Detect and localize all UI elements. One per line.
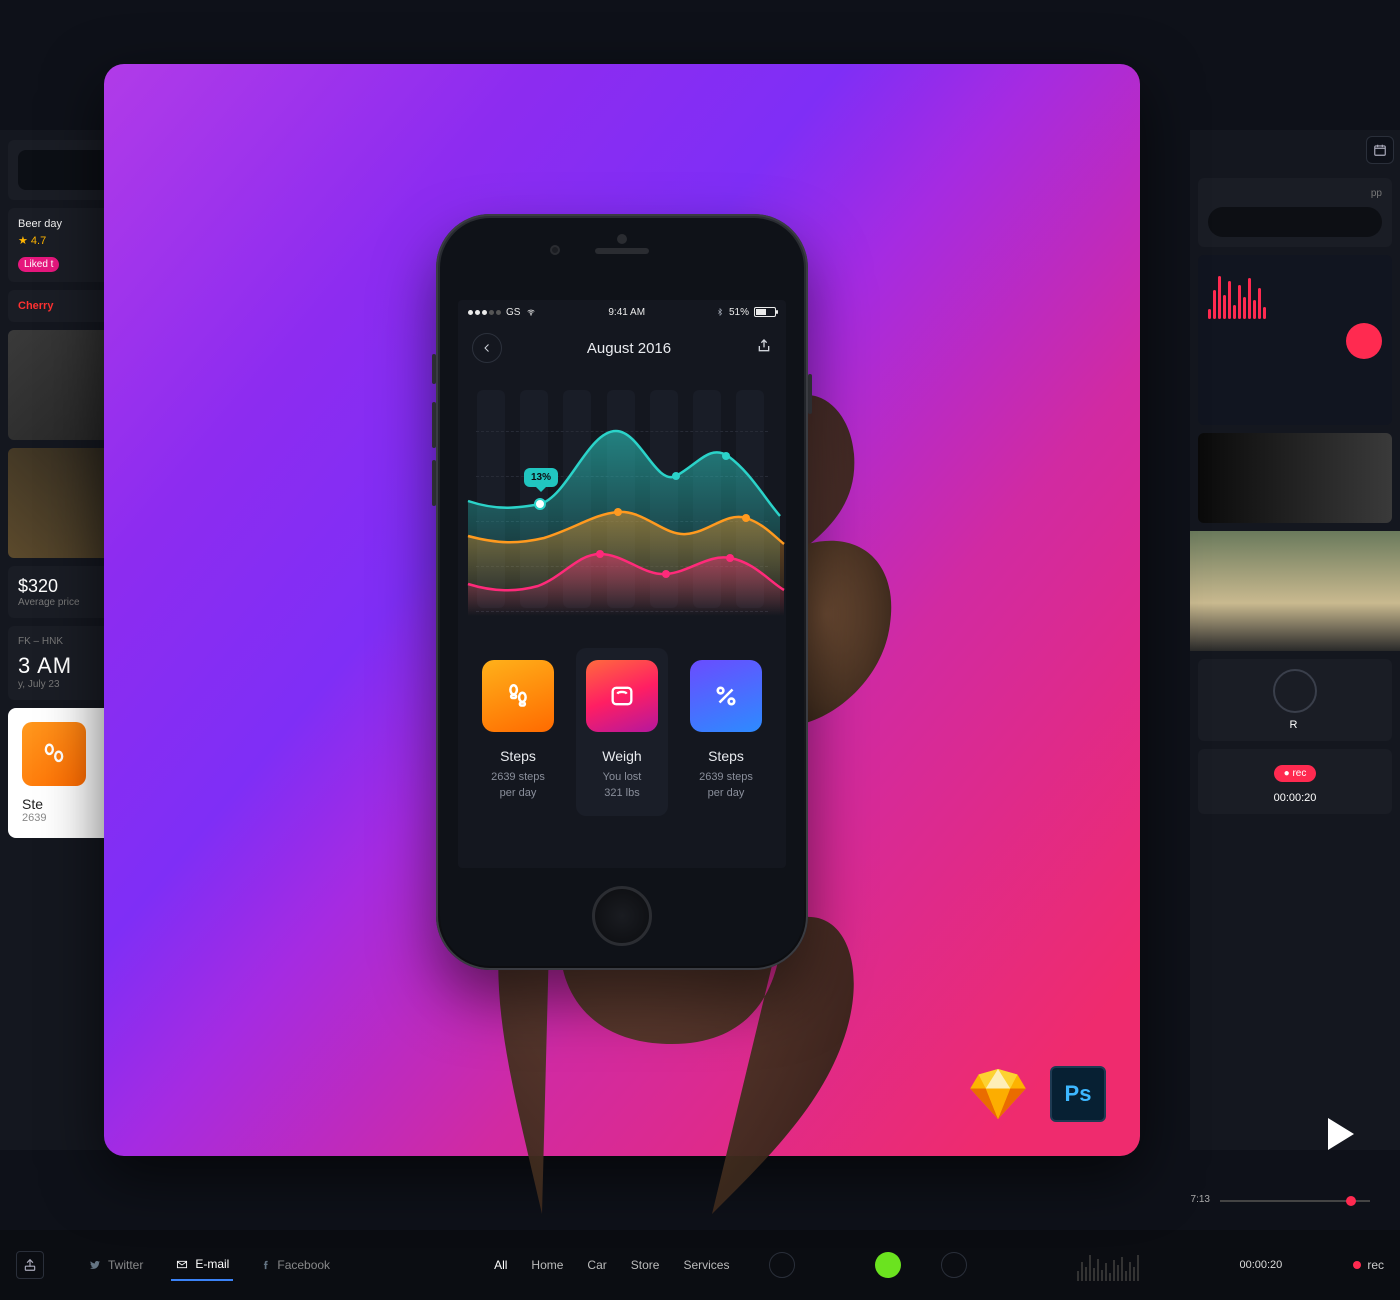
phone-camera [550,245,560,255]
green-dot[interactable] [875,1252,901,1278]
ghost-circle-2 [941,1252,967,1278]
tab-twitter[interactable]: Twitter [84,1250,147,1280]
photoshop-icon: Ps [1050,1066,1106,1122]
liked-pill: Liked t [18,257,59,272]
seg-car[interactable]: Car [587,1258,606,1272]
ghost-circle-1 [769,1252,795,1278]
chart[interactable]: 13% [458,376,786,626]
collage-right: pp R ● rec 00:00:20 [1190,130,1400,1150]
record-button[interactable] [1346,323,1382,359]
seg-services[interactable]: Services [683,1258,729,1272]
phone-screen: GS 9:41 AM 51% August 2016 [458,300,786,868]
back-button[interactable] [472,333,502,363]
app-header: August 2016 [458,324,786,372]
metric-percent[interactable]: Steps 2639 stepsper day [680,648,772,816]
sketch-icon [970,1069,1026,1119]
phone-speaker [595,248,649,254]
bottom-tabs: Twitter E-mail Facebook All Home Car Sto… [0,1230,1400,1300]
metric-steps[interactable]: Steps 2639 stepsper day [472,648,564,816]
metrics-row: Steps 2639 stepsper day Weigh You lost32… [458,626,786,828]
landscape-image [1190,531,1400,651]
share-icon[interactable] [16,1251,44,1279]
phone-mockup: GS 9:41 AM 51% August 2016 [436,214,808,970]
rec-indicator: rec [1353,1258,1384,1272]
calendar-icon[interactable] [1366,136,1394,164]
tab-facebook[interactable]: Facebook [257,1250,334,1280]
tool-badges: Ps [970,1066,1106,1122]
mini-waveform [1077,1249,1139,1281]
seg-store[interactable]: Store [631,1258,660,1272]
carrier-label: GS [506,307,520,318]
home-button[interactable] [592,886,652,946]
metric-weigh[interactable]: Weigh You lost321 lbs [576,648,668,816]
status-time: 9:41 AM [608,307,645,318]
clock: 00:00:20 [1239,1259,1282,1271]
seg-home[interactable]: Home [531,1258,563,1272]
rec-pill: ● rec [1274,765,1317,782]
signal-icon [468,310,501,315]
seg-all[interactable]: All [494,1258,507,1272]
bluetooth-icon [716,306,724,318]
page-title: August 2016 [587,340,671,357]
segment-tabs: All Home Car Store Services [494,1258,729,1272]
scale-icon [586,660,658,732]
status-bar: GS 9:41 AM 51% [458,300,786,324]
wifi-icon [525,308,537,317]
battery-icon [754,307,776,317]
percent-icon [690,660,762,732]
r-label: R [1208,719,1382,731]
waveform-icon [1208,271,1382,319]
footprints-icon [22,722,86,786]
tab-email[interactable]: E-mail [171,1249,233,1281]
video-timeline[interactable]: 7:13 [1220,1200,1370,1202]
hero-card: GS 9:41 AM 51% August 2016 [104,64,1140,1156]
pp-label: pp [1208,188,1382,199]
timer: 00:00:20 [1208,792,1382,804]
play-icon[interactable] [1328,1118,1354,1150]
chart-badge: 13% [524,468,558,487]
battery-pct: 51% [729,307,749,318]
share-button[interactable] [756,337,772,360]
footprints-icon [482,660,554,732]
